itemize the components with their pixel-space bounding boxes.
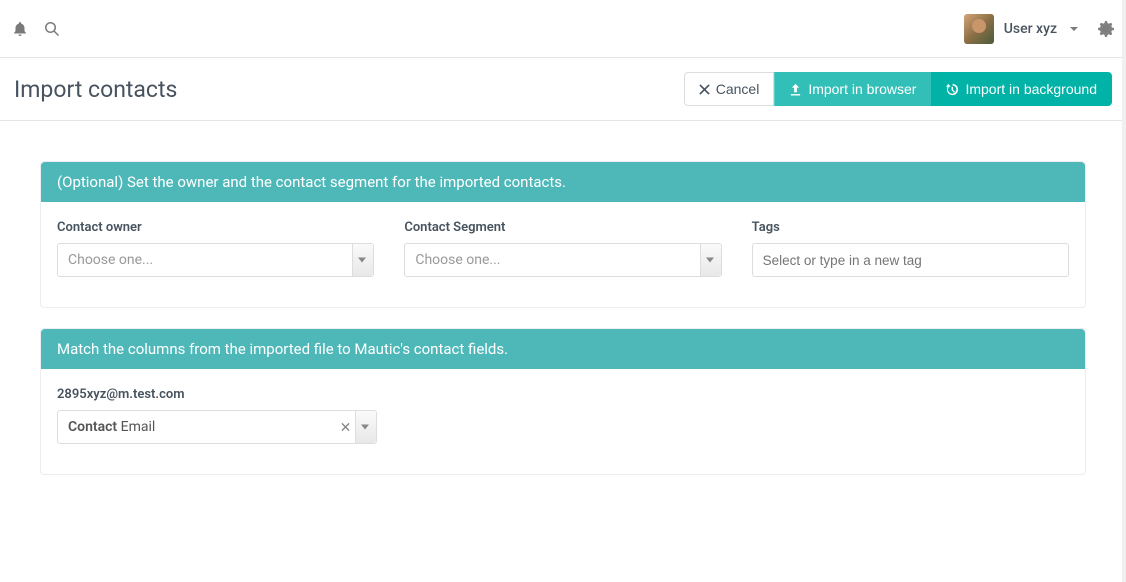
import-browser-button[interactable]: Import in browser xyxy=(774,72,931,106)
field-group-label: Contact xyxy=(68,419,121,435)
caret-down-icon xyxy=(1070,27,1078,31)
contact-owner-field-group: Contact owner Choose one... xyxy=(57,220,374,277)
tags-input[interactable] xyxy=(752,243,1069,277)
owner-segment-panel: (Optional) Set the owner and the contact… xyxy=(40,161,1086,308)
cancel-button-label: Cancel xyxy=(716,81,760,97)
search-icon[interactable] xyxy=(44,21,60,37)
avatar xyxy=(964,14,994,44)
field-mapping-select[interactable]: Contact Email xyxy=(57,410,377,444)
owner-segment-panel-heading: (Optional) Set the owner and the contact… xyxy=(41,162,1085,202)
column-match-group: 2895xyz@m.test.com Contact Email xyxy=(57,387,377,444)
contact-segment-label: Contact Segment xyxy=(404,220,721,235)
tags-field-group: Tags xyxy=(752,220,1069,277)
chevron-down-icon xyxy=(361,425,369,430)
page-title: Import contacts xyxy=(14,76,177,103)
tags-label: Tags xyxy=(752,220,1069,235)
field-mapping-panel-body: 2895xyz@m.test.com Contact Email xyxy=(41,369,1085,474)
history-icon xyxy=(946,83,959,96)
owner-segment-panel-body: Contact owner Choose one... Contact Segm… xyxy=(41,202,1085,307)
cancel-button[interactable]: Cancel xyxy=(684,72,775,106)
action-button-group: Cancel Import in browser Import in backg… xyxy=(684,72,1112,106)
import-background-label: Import in background xyxy=(965,81,1097,97)
import-browser-label: Import in browser xyxy=(808,81,916,97)
gear-icon[interactable] xyxy=(1098,21,1114,37)
field-mapping-panel: Match the columns from the imported file… xyxy=(40,328,1086,475)
upload-icon xyxy=(789,83,802,96)
user-name-label: User xyz xyxy=(1004,21,1057,37)
contact-segment-field-group: Contact Segment Choose one... xyxy=(404,220,721,277)
field-name-label: Email xyxy=(121,419,156,435)
clear-selection-icon[interactable] xyxy=(341,423,350,432)
contact-owner-label: Contact owner xyxy=(57,220,374,235)
imported-column-name: 2895xyz@m.test.com xyxy=(57,387,377,402)
close-icon xyxy=(699,84,710,95)
scrollbar[interactable] xyxy=(1122,0,1126,582)
top-bar-right: User xyz xyxy=(964,14,1114,44)
top-bar: User xyz xyxy=(0,0,1126,58)
import-background-button[interactable]: Import in background xyxy=(931,72,1112,106)
page-header: Import contacts Cancel Import in browser xyxy=(0,58,1126,121)
contact-owner-placeholder: Choose one... xyxy=(68,252,153,268)
contact-segment-select[interactable]: Choose one... xyxy=(404,243,721,277)
field-mapping-value: Contact Email xyxy=(68,419,155,435)
contact-owner-select[interactable]: Choose one... xyxy=(57,243,374,277)
contact-segment-placeholder: Choose one... xyxy=(415,252,500,268)
notification-bell-icon[interactable] xyxy=(12,21,28,37)
chevron-down-icon xyxy=(706,258,714,263)
user-menu[interactable]: User xyz xyxy=(964,14,1078,44)
field-mapping-panel-heading: Match the columns from the imported file… xyxy=(41,329,1085,369)
top-bar-left xyxy=(12,21,60,37)
chevron-down-icon xyxy=(358,258,366,263)
content-area: (Optional) Set the owner and the contact… xyxy=(0,121,1126,535)
